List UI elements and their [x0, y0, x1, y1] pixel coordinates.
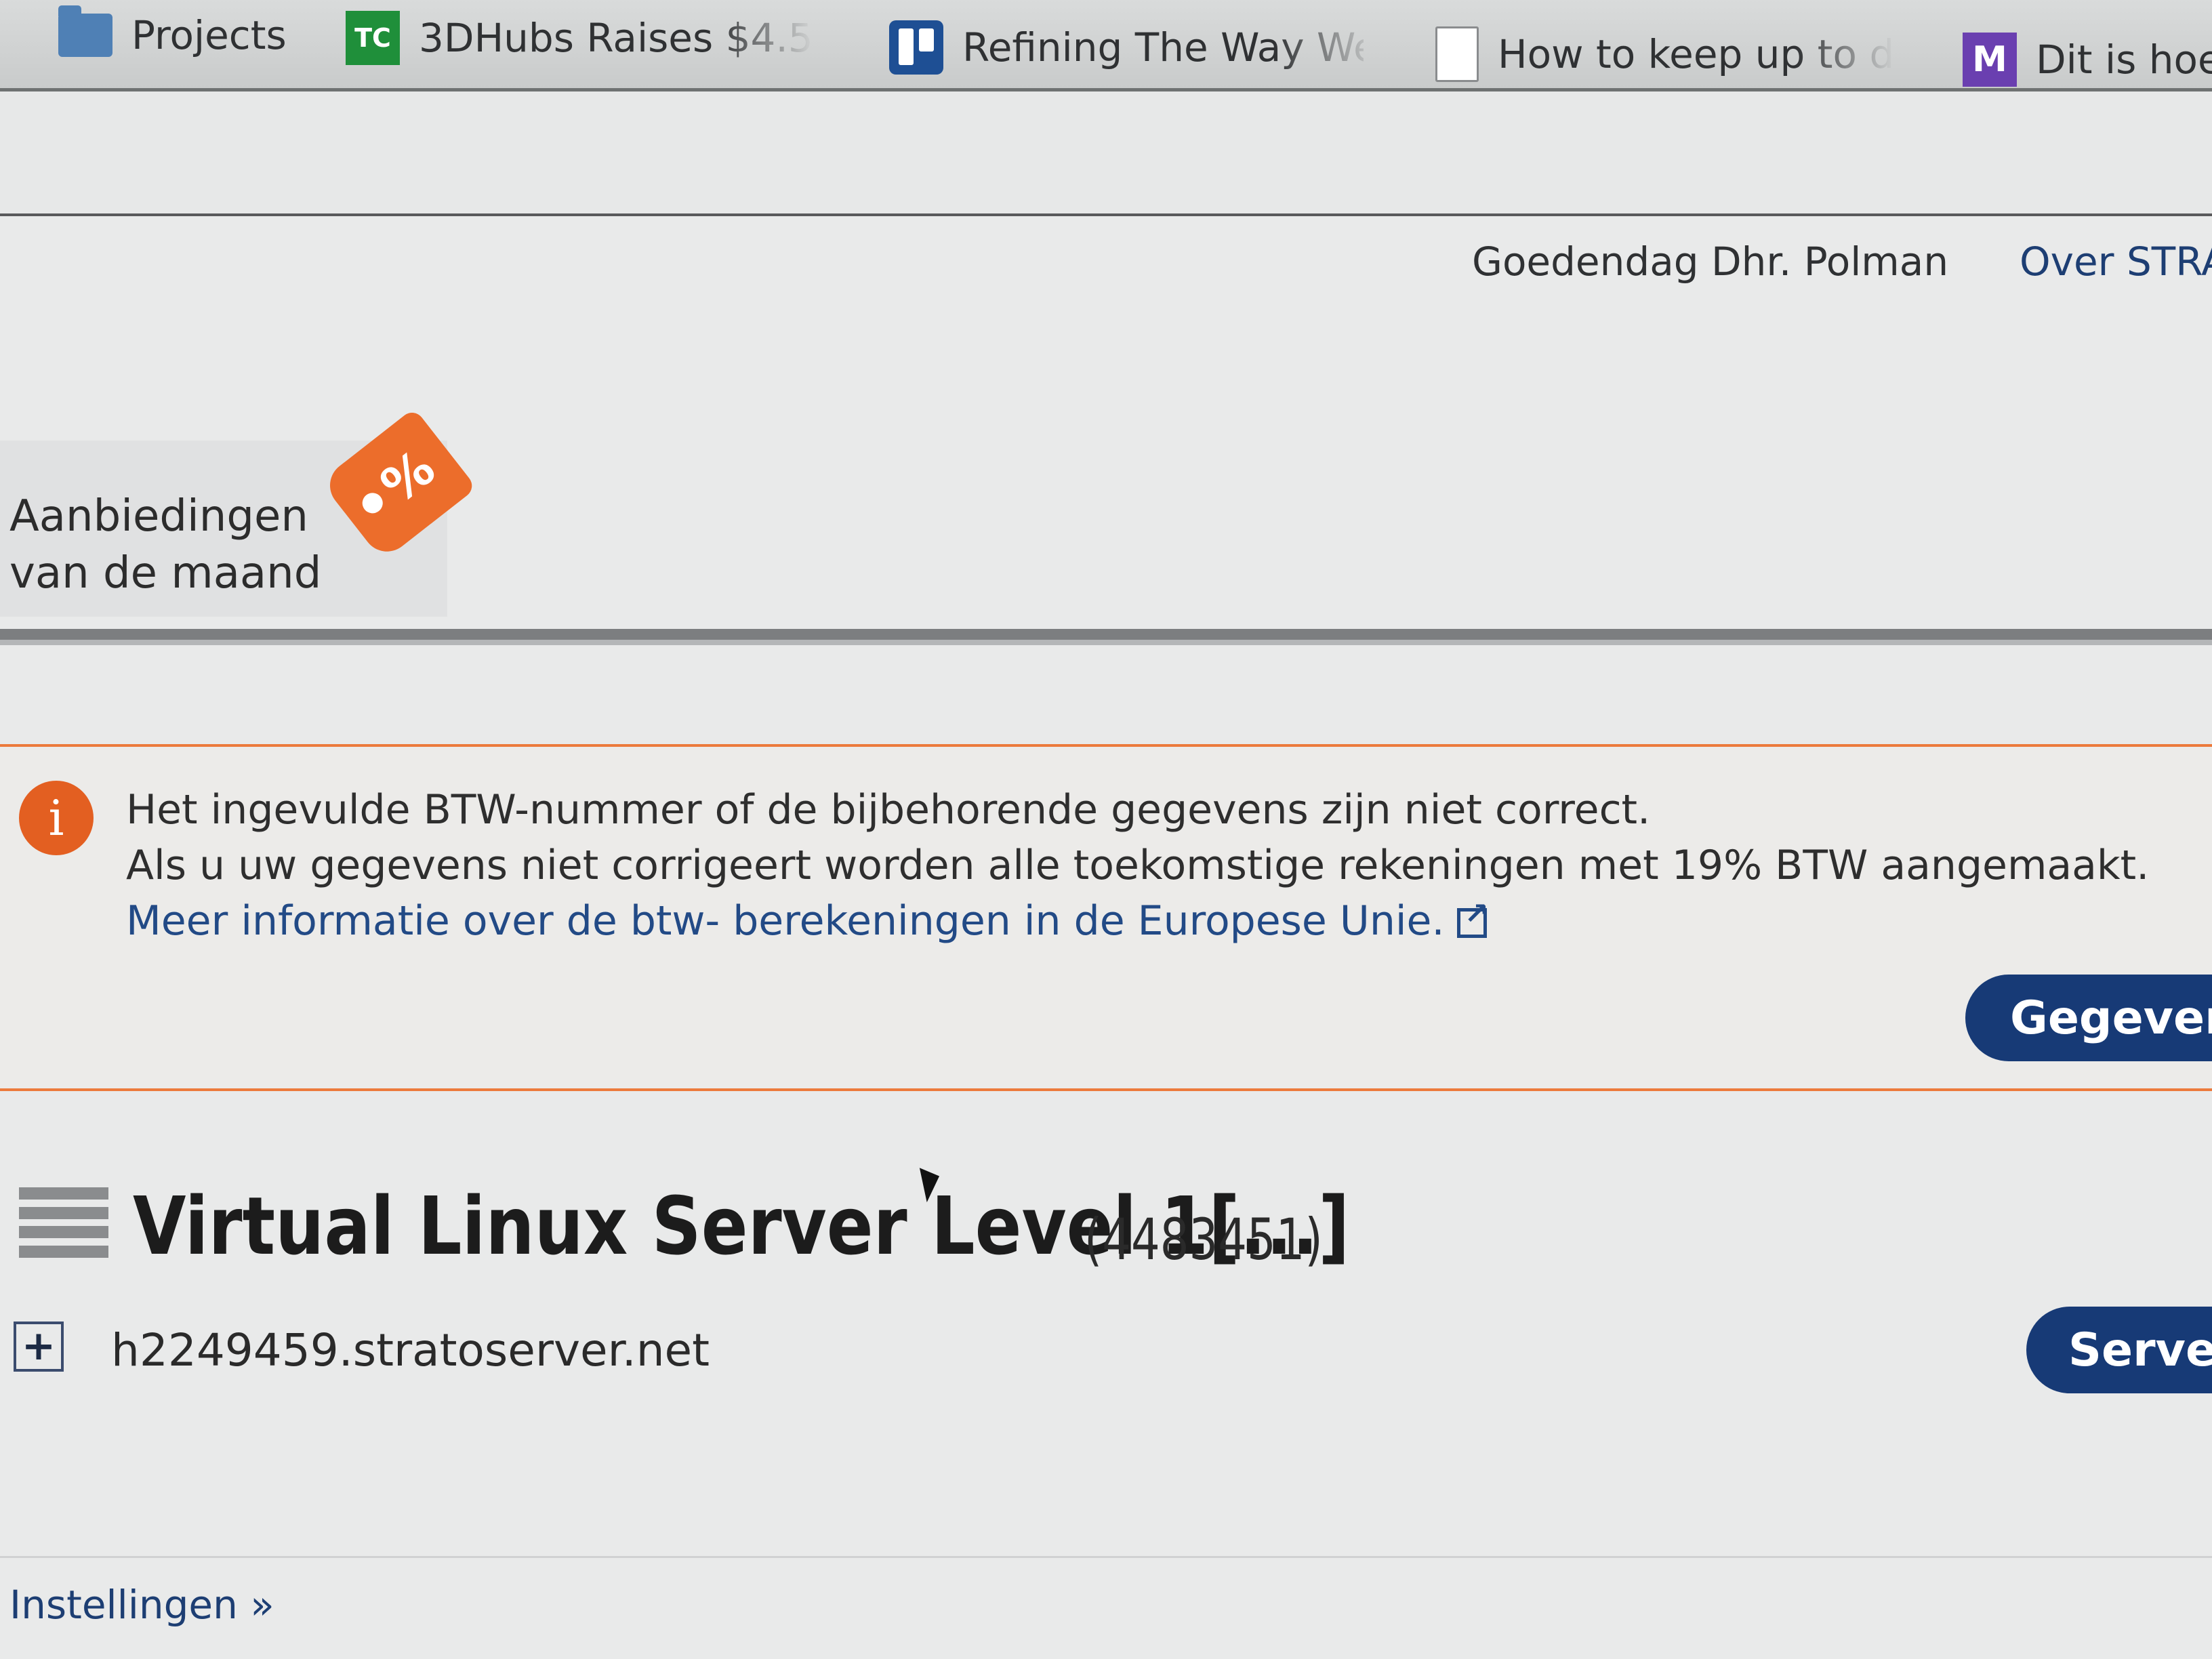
offers-line1: Aanbiedingen	[9, 491, 308, 541]
tag-symbol: %	[370, 438, 446, 516]
alert-message-2: Als u uw gegevens niet corrigeert worden…	[126, 842, 2150, 889]
external-link-icon	[1456, 897, 1489, 939]
footer-divider	[0, 1556, 2212, 1558]
bookmark-label: Dit is hoe	[2036, 37, 2212, 83]
bookmark-label: 3DHubs Raises $4.5	[419, 15, 813, 61]
bookmark-3dhubs[interactable]: TC 3DHubs Raises $4.5	[346, 4, 820, 72]
offers-label: Aanbiedingen van de maand	[9, 488, 321, 602]
vat-warning-alert: i Het ingevulde BTW-nummer of de bijbeho…	[0, 744, 2212, 1091]
offers-line2: van de maand	[9, 548, 322, 598]
vat-info-link-text: Meer informatie over de btw- berekeninge…	[126, 897, 1445, 945]
alert-message-1: Het ingevulde BTW-nummer of de bijbehore…	[126, 786, 1651, 834]
bookmark-projects[interactable]: Projects	[58, 1, 287, 69]
user-greeting: Goedendag Dhr. Polman	[1472, 239, 1949, 285]
page-top-strip	[0, 91, 2212, 216]
server-order-id: (4483451)	[1084, 1206, 1323, 1273]
folder-icon	[58, 5, 112, 57]
bookmark-label: Projects	[131, 12, 287, 58]
document-icon	[1435, 26, 1479, 82]
bookmarks-bar: Projects TC 3DHubs Raises $4.5 Refining …	[0, 0, 2212, 91]
server-list-icon	[19, 1187, 108, 1258]
medium-icon: M	[1963, 33, 2017, 87]
bookmark-label: Refining The Way We	[962, 24, 1364, 70]
bookmark-refining[interactable]: Refining The Way We	[889, 14, 1364, 81]
bookmark-label: How to keep up to d	[1498, 31, 1895, 77]
bookmark-dit-is[interactable]: M Dit is hoe	[1963, 26, 2212, 94]
section-divider	[0, 629, 2212, 645]
techcrunch-icon: TC	[346, 11, 400, 65]
about-link[interactable]: Over STRA	[2020, 239, 2212, 285]
settings-link[interactable]: Instellingen »	[9, 1582, 274, 1628]
edit-data-button[interactable]: Gegeven	[1965, 975, 2212, 1061]
server-button[interactable]: Server	[2026, 1307, 2212, 1393]
info-icon: i	[19, 781, 94, 855]
trello-icon	[889, 20, 943, 75]
bookmark-keep-up[interactable]: How to keep up to d	[1435, 20, 1903, 88]
expand-plus-button[interactable]: +	[14, 1322, 64, 1372]
server-hostname: h2249459.stratoserver.net	[111, 1324, 710, 1376]
vat-info-link[interactable]: Meer informatie over de btw- berekeninge…	[126, 897, 1489, 945]
